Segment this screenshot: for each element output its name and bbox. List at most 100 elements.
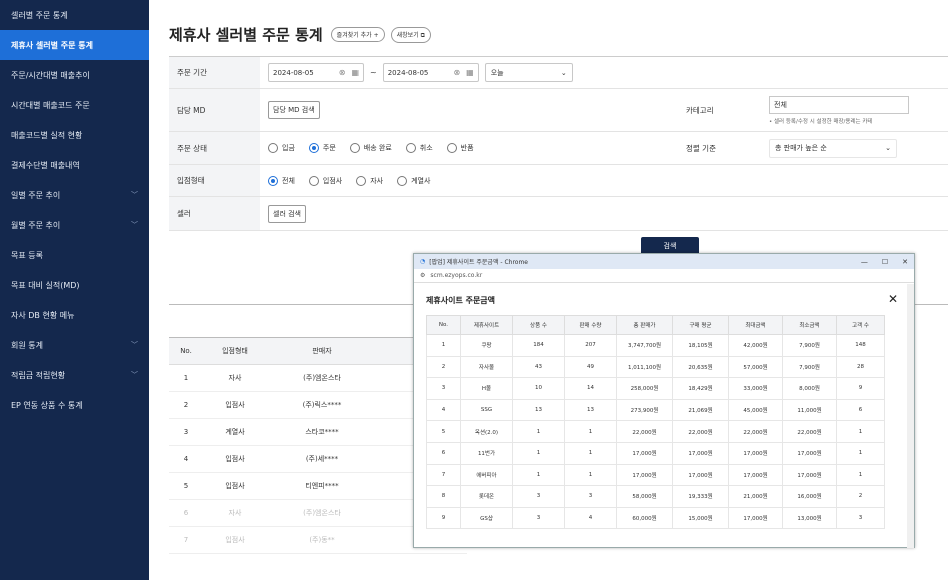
radio-option[interactable]: 계열사 (397, 175, 430, 186)
table-cell: 4 (564, 506, 617, 530)
table-cell: 58,000원 (616, 485, 673, 508)
sidebar-item[interactable]: 적립금 적립현황 ﹀ (0, 360, 149, 390)
radio-circle[interactable] (268, 143, 278, 153)
maximize-icon[interactable]: ☐ (882, 258, 888, 266)
radio-option[interactable]: 입점사 (308, 175, 342, 186)
clear-icon[interactable]: ⊗ (339, 68, 346, 77)
sidebar-item[interactable]: EP 연동 상품 수 통계 (0, 390, 149, 420)
period-label: 주문 기간 (169, 57, 260, 88)
table-cell: (주)엠온스타 (267, 499, 377, 527)
table-cell: 8,000원 (782, 377, 837, 400)
add-favorite-button[interactable]: 즐겨찾기 추가 + (330, 27, 385, 42)
radio-circle[interactable] (356, 175, 367, 186)
table-cell: 3 (512, 485, 565, 508)
table-cell: 3 (169, 418, 203, 446)
sidebar-item[interactable]: 셀러별 주문 통계 (0, 0, 149, 30)
radio-option[interactable]: 주문 (308, 143, 336, 153)
table-cell: 계열사 (203, 418, 267, 446)
table-cell: 14 (564, 377, 617, 400)
popup-table-header: 고객 수 (836, 315, 885, 335)
date-to-input[interactable]: 2024-08-05 ⊗ ▦ (382, 63, 479, 82)
new-window-button[interactable]: 새창보기 ⧉ (390, 26, 431, 43)
table-cell: 16,000원 (782, 485, 837, 508)
table-cell: 17,000원 (672, 463, 729, 487)
sidebar-item[interactable]: 목표 대비 실적(MD) (0, 270, 149, 300)
popup-table-header: 총 판매가 (616, 315, 673, 335)
calendar-icon[interactable]: ▦ (466, 68, 474, 77)
table-cell: 1 (836, 463, 885, 487)
sidebar-item[interactable]: 시간대별 매출코드 주문 (0, 90, 149, 120)
sidebar-item[interactable]: 자사 DB 현황 메뉴 (0, 300, 149, 330)
table-cell: 8 (426, 485, 461, 508)
chevron-down-icon: ﹀ (131, 341, 138, 349)
sidebar-item-label: 결제수단별 매출내역 (11, 160, 80, 170)
popup-scrollbar[interactable] (907, 284, 914, 548)
table-cell: 17,000원 (782, 463, 837, 487)
table-cell: 3,747,700원 (616, 334, 673, 357)
sidebar-item-label: 셀러별 주문 통계 (11, 10, 68, 20)
sidebar-item[interactable]: 결제수단별 매출내역 (0, 150, 149, 180)
md-label: 담당 MD (169, 89, 260, 131)
seller-search-button[interactable]: 셀러 검색 (268, 204, 306, 223)
radio-circle[interactable] (308, 143, 319, 153)
sidebar-item[interactable]: 제휴사 셀러별 주문 통계 (0, 30, 149, 60)
table-cell: (주)세**** (267, 445, 377, 473)
popup-close-icon[interactable]: ✕ (888, 292, 898, 306)
radio-option[interactable]: 배송 완료 (349, 143, 392, 153)
sidebar-item-label: 매출코드별 실적 현황 (11, 130, 83, 140)
category-select[interactable]: 전체 (769, 95, 909, 114)
table-cell: 3 (836, 506, 885, 530)
popup-urlbar: ⚙ scm.ezyops.co.kr (414, 269, 914, 283)
popup-url[interactable]: scm.ezyops.co.kr (430, 272, 482, 279)
table-cell: 21,069원 (672, 398, 729, 422)
table-row: 2 자사몰 43 49 1,011,100원 20,635원 57,000원 7,900원 28 (426, 355, 885, 379)
radio-circle[interactable] (405, 143, 416, 153)
popup-table-header: 구매 평균 (672, 315, 729, 335)
table-cell: 17,000원 (728, 441, 783, 465)
period-select[interactable]: 오늘 ⌄ (484, 63, 573, 82)
sidebar-item-label: 주문/시간대별 매출추이 (11, 70, 90, 80)
radio-option[interactable]: 입금 (268, 143, 295, 153)
table-cell: 1 (564, 441, 617, 465)
radio-label: 반품 (460, 144, 474, 152)
radio-option[interactable]: 반품 (446, 143, 474, 153)
popup-table-header: No. (426, 315, 461, 335)
radio-option[interactable]: 전체 (268, 175, 295, 186)
chevron-down-icon: ﹀ (131, 371, 138, 379)
table-cell: 1 (836, 441, 885, 465)
md-search-button[interactable]: 담당 MD 검색 (268, 101, 320, 119)
category-label: 카테고리 (678, 89, 769, 131)
table-cell: 7 (426, 463, 461, 487)
window-close-icon[interactable]: ✕ (902, 258, 908, 266)
radio-circle[interactable] (349, 143, 360, 153)
table-cell: 49 (564, 355, 617, 379)
minimize-icon[interactable]: — (861, 258, 868, 266)
sidebar-item[interactable]: 회원 통계 ﹀ (0, 330, 149, 360)
date-from-input[interactable]: 2024-08-05 ⊗ ▦ (268, 63, 364, 82)
sidebar-item[interactable]: 월별 주문 추이 ﹀ (0, 210, 149, 240)
sidebar-item[interactable]: 일별 주문 추이 ﹀ (0, 180, 149, 210)
site-info-icon[interactable]: ⚙ (420, 272, 425, 279)
table-cell: 9 (426, 506, 461, 530)
radio-circle[interactable] (268, 175, 278, 186)
sidebar-item[interactable]: 주문/시간대별 매출추이 (0, 60, 149, 90)
sidebar-item[interactable]: 목표 등록 (0, 240, 149, 270)
radio-option[interactable]: 자사 (356, 175, 383, 186)
radio-circle[interactable] (308, 175, 319, 186)
radio-label: 주문 (322, 144, 336, 152)
seller-label: 셀러 (169, 197, 260, 230)
table-cell: 입점사 (203, 391, 267, 419)
radio-circle[interactable] (446, 143, 457, 153)
table-cell: 2 (426, 355, 461, 379)
table-cell: 17,000원 (616, 463, 673, 487)
calendar-icon[interactable]: ▦ (351, 68, 359, 77)
table-cell: 45,000원 (728, 398, 783, 422)
sidebar-item[interactable]: 매출코드별 실적 현황 (0, 120, 149, 150)
table-cell: 1,011,100원 (616, 355, 673, 379)
radio-option[interactable]: 취소 (405, 143, 433, 153)
table-cell: 19,333원 (672, 485, 729, 508)
table-cell: 17,000원 (782, 441, 837, 465)
sort-select[interactable]: 총 판매가 높은 순 ⌄ (769, 138, 897, 158)
clear-icon[interactable]: ⊗ (453, 68, 460, 77)
radio-circle[interactable] (397, 175, 408, 186)
